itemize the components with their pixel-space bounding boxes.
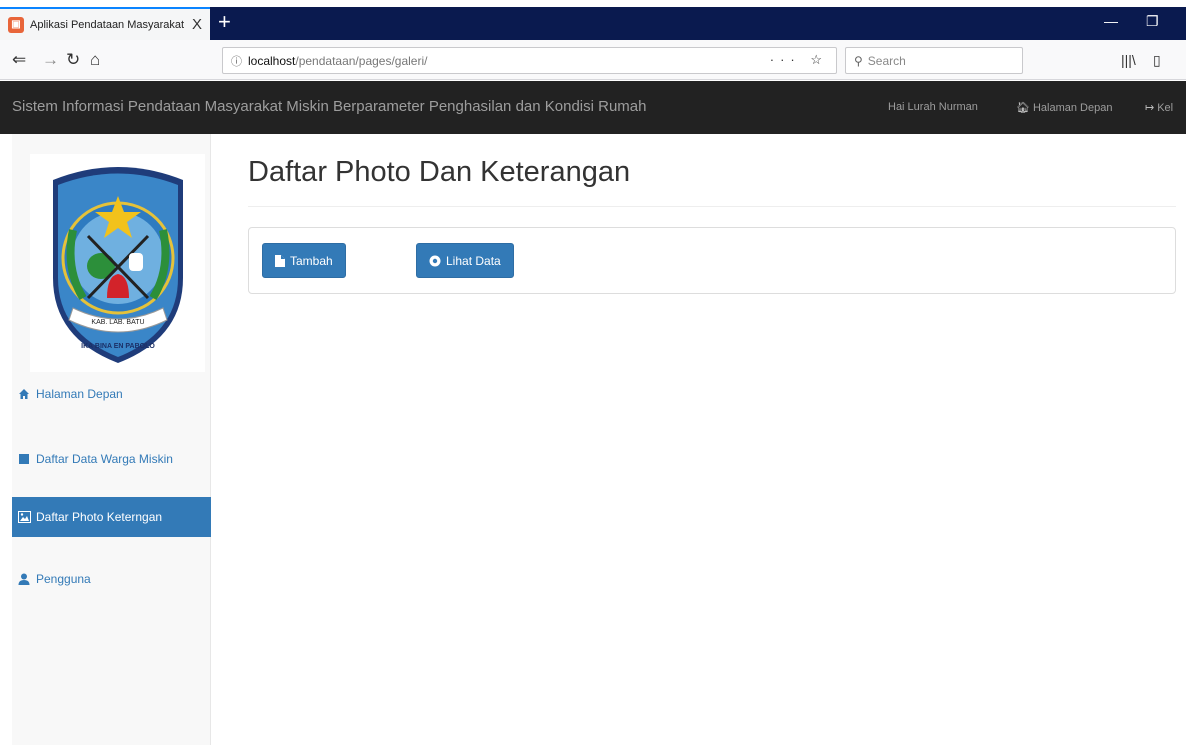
sidebar-toggle-icon[interactable]: ▯ (1153, 52, 1161, 69)
logo-kab-text: KAB. LAB. BATU (91, 319, 144, 326)
sidebar-item-label: Halaman Depan (36, 387, 123, 401)
logout-icon: ↦ (1145, 102, 1155, 114)
sidebar-item-galeri[interactable]: Daftar Photo Keterngan (12, 497, 211, 537)
restore-icon[interactable]: ❐ (1146, 13, 1159, 30)
title-divider (248, 206, 1176, 207)
browser-navbar: ⇐ → ↻ ⌂ ⓘ localhost/pendataan/pages/gale… (0, 40, 1186, 80)
tab-title: Aplikasi Pendataan Masyarakat (30, 18, 185, 31)
brand-title[interactable]: Sistem Informasi Pendataan Masyarakat Mi… (12, 98, 646, 115)
user-greeting[interactable]: Hai Lurah Nurman (888, 101, 978, 113)
search-input[interactable]: ⚲ Search (845, 47, 1023, 74)
tab-close-icon[interactable]: X (192, 16, 202, 33)
browser-tabbar: ▣ Aplikasi Pendataan Masyarakat X + — ❐ (0, 7, 1186, 40)
search-placeholder: Search (867, 53, 906, 68)
sidebar-item-label: Pengguna (36, 572, 91, 586)
view-data-button-label: Lihat Data (446, 253, 501, 268)
sidebar-item-warga[interactable]: Daftar Data Warga Miskin (12, 439, 211, 479)
home-icon: 🏠︎ (1016, 102, 1030, 114)
logo: KAB. LAB. BATU IKA BINA EN PABOLO (30, 154, 205, 372)
favicon-icon: ▣ (8, 16, 24, 33)
page-title: Daftar Photo Dan Keterangan (248, 156, 631, 188)
browser-tab[interactable]: ▣ Aplikasi Pendataan Masyarakat X (0, 7, 210, 40)
user-icon (16, 573, 32, 585)
info-icon[interactable]: ⓘ (231, 53, 242, 69)
minimize-icon[interactable]: — (1104, 13, 1118, 29)
library-icon[interactable]: |||\ (1121, 52, 1136, 68)
home-icon (16, 388, 32, 400)
url-path: /pendataan/pages/galeri/ (295, 53, 428, 68)
app-header: Sistem Informasi Pendataan Masyarakat Mi… (0, 81, 1186, 134)
new-tab-button[interactable]: + (218, 10, 231, 34)
view-data-button[interactable]: Lihat Data (416, 243, 514, 278)
header-logout-link[interactable]: ↦ Kel (1145, 101, 1173, 114)
forward-icon[interactable]: → (42, 50, 59, 70)
file-icon (275, 254, 285, 267)
logo-motto-text: IKA BINA EN PABOLO (81, 343, 155, 350)
picture-icon (16, 511, 32, 523)
sidebar-item-pengguna[interactable]: Pengguna (12, 559, 211, 599)
reload-icon[interactable]: ↻ (66, 50, 80, 70)
top-strip (0, 0, 1186, 7)
add-button[interactable]: Tambah (262, 243, 346, 278)
action-panel: Tambah Lihat Data (248, 227, 1176, 294)
sidebar-item-label: Daftar Data Warga Miskin (36, 452, 173, 466)
page-actions-icon[interactable]: ··· ☆ (770, 52, 828, 68)
eye-icon (429, 255, 441, 267)
search-icon: ⚲ (854, 53, 863, 68)
url-bar[interactable]: ⓘ localhost/pendataan/pages/galeri/ ··· … (222, 47, 837, 74)
url-host: localhost (248, 53, 296, 68)
home-icon[interactable]: ⌂ (90, 50, 100, 70)
add-button-label: Tambah (290, 253, 333, 268)
sidebar-item-label: Daftar Photo Keterngan (36, 510, 163, 524)
header-home-link[interactable]: 🏠︎ Halaman Depan (1016, 101, 1112, 114)
book-icon (16, 453, 32, 465)
back-icon[interactable]: ⇐ (12, 50, 26, 70)
sidebar: KAB. LAB. BATU IKA BINA EN PABOLO Halama… (12, 134, 211, 745)
sidebar-item-home[interactable]: Halaman Depan (12, 374, 211, 414)
